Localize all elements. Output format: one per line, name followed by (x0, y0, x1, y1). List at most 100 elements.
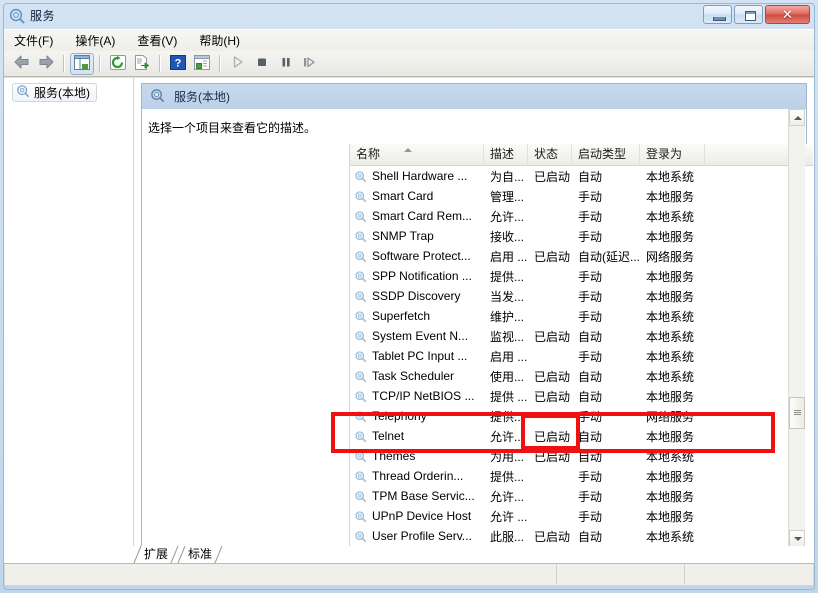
table-row[interactable]: Tablet PC Input ... 启用 ... 手动 本地系统 (350, 346, 813, 366)
scrollbar-thumb[interactable] (789, 397, 805, 429)
cell-description: 提供... (490, 469, 525, 484)
table-row[interactable]: Shell Hardware ... 为自... 已启动 自动 本地系统 (350, 166, 813, 186)
table-row[interactable]: Smart Card Rem... 允许... 手动 本地系统 (350, 206, 813, 226)
show-hide-tree-button[interactable] (70, 52, 94, 75)
pause-service-button[interactable] (274, 53, 298, 75)
column-name[interactable]: 名称 (350, 144, 484, 166)
help-button[interactable]: ? (166, 53, 190, 75)
sort-ascending-icon (404, 148, 412, 152)
cell-startup-type: 手动 (578, 409, 603, 424)
service-gear-icon (354, 230, 367, 243)
minimize-button[interactable] (703, 5, 732, 24)
menu-action[interactable]: 操作(A) (75, 30, 125, 51)
start-service-button[interactable] (226, 53, 250, 75)
column-status[interactable]: 状态 (528, 144, 572, 166)
cell-startup-type: 自动 (578, 369, 603, 384)
cell-description: 为自... (490, 169, 525, 184)
service-name-label: Task Scheduler (372, 369, 455, 383)
column-log-on-as[interactable]: 登录为 (640, 144, 705, 166)
cell-log-on-as: 本地服务 (646, 509, 695, 524)
menu-help[interactable]: 帮助(H) (199, 30, 250, 51)
tab-right-edge (214, 545, 223, 564)
table-row[interactable]: Themes 为用... 已启动 自动 本地系统 (350, 446, 813, 466)
table-row[interactable]: UPnP Device Host 允许 ... 手动 本地服务 (350, 506, 813, 526)
restart-service-button[interactable] (298, 53, 322, 75)
cell-log-on-as: 本地服务 (646, 189, 695, 204)
menu-view[interactable]: 查看(V) (137, 30, 187, 51)
services-icon (16, 84, 30, 101)
status-pane-2 (557, 564, 685, 584)
cell-service-name: Telephony (350, 409, 484, 423)
column-description[interactable]: 描述 (484, 144, 528, 166)
service-gear-icon (354, 470, 367, 483)
cell-startup-type: 手动 (578, 469, 603, 484)
table-row[interactable]: Smart Card 管理... 手动 本地服务 (350, 186, 813, 206)
export-list-button[interactable] (130, 53, 154, 75)
cell-log-on-as: 本地服务 (646, 229, 695, 244)
table-row[interactable]: TPM Base Servic... 允许... 手动 本地服务 (350, 486, 813, 506)
cell-log-on-as: 本地服务 (646, 429, 695, 444)
grip-icon (794, 410, 801, 416)
cell-startup-type: 手动 (578, 229, 603, 244)
toolbar-separator-2 (99, 55, 101, 72)
stop-service-button[interactable] (250, 53, 274, 75)
cell-status: 已启动 (534, 449, 571, 464)
table-row[interactable]: Task Scheduler 使用... 已启动 自动 本地系统 (350, 366, 813, 386)
cell-status: 已启动 (534, 169, 571, 184)
cell-log-on-as: 本地系统 (646, 209, 695, 224)
content-area: 服务(本地) 服务(本地) 选择一个项目来查看它的描述。 名称 描述 状态 启动… (4, 78, 814, 554)
table-row[interactable]: Software Protect... 启用 ... 已启动 自动(延迟... 网络服务 (350, 246, 813, 266)
cell-description: 允许 ... (490, 509, 528, 524)
table-row[interactable]: Thread Orderin... 提供... 手动 本地服务 (350, 466, 813, 486)
cell-startup-type: 自动 (578, 329, 603, 344)
table-row[interactable]: SSDP Discovery 当发... 手动 本地服务 (350, 286, 813, 306)
tab-extended[interactable]: 扩展 (133, 545, 179, 564)
maximize-button[interactable] (734, 5, 763, 24)
table-row[interactable]: SNMP Trap 接收... 手动 本地服务 (350, 226, 813, 246)
table-row[interactable]: Superfetch 维护... 手动 本地系统 (350, 306, 813, 326)
column-startup-type[interactable]: 启动类型 (572, 144, 640, 166)
service-name-label: Smart Card (372, 189, 434, 203)
tree-node-services-local[interactable]: 服务(本地) (12, 83, 97, 102)
cell-startup-type: 手动 (578, 509, 603, 524)
details-header: 服务(本地) (141, 83, 807, 109)
table-row[interactable]: TCP/IP NetBIOS ... 提供 ... 已启动 自动 本地服务 (350, 386, 813, 406)
service-name-label: SPP Notification ... (372, 269, 472, 283)
cell-status: 已启动 (534, 329, 571, 344)
cell-service-name: Smart Card (350, 189, 484, 203)
tree-node-label: 服务(本地) (34, 86, 90, 100)
cell-description: 提供... (490, 409, 525, 424)
properties-button[interactable] (190, 53, 214, 75)
service-gear-icon (354, 170, 367, 183)
refresh-button[interactable] (106, 53, 130, 75)
table-row[interactable]: Telephony 提供... 手动 网络服务 (350, 406, 813, 426)
tab-standard[interactable]: 标准 (177, 545, 223, 564)
cell-service-name: TCP/IP NetBIOS ... (350, 389, 484, 403)
cell-description: 维护... (490, 309, 525, 324)
forward-button[interactable] (34, 53, 58, 75)
service-gear-icon (354, 390, 367, 403)
scroll-down-button[interactable] (789, 530, 805, 547)
table-row[interactable]: SPP Notification ... 提供... 手动 本地服务 (350, 266, 813, 286)
service-name-label: Tablet PC Input ... (372, 349, 468, 363)
table-row[interactable]: System Event N... 监视... 已启动 自动 本地系统 (350, 326, 813, 346)
close-button[interactable]: ✕ (765, 5, 810, 24)
window-title: 服务 (30, 9, 56, 23)
maximize-icon (745, 11, 756, 21)
scroll-up-button[interactable] (789, 109, 805, 126)
cell-log-on-as: 网络服务 (646, 409, 695, 424)
table-row[interactable]: User Profile Serv... 此服... 已启动 自动 本地系统 (350, 526, 813, 546)
cell-startup-type: 手动 (578, 269, 603, 284)
tab-left-edge (177, 545, 186, 564)
cell-startup-type: 手动 (578, 209, 603, 224)
cell-log-on-as: 本地服务 (646, 389, 695, 404)
back-button[interactable] (10, 53, 34, 75)
services-icon (9, 8, 25, 24)
cell-startup-type: 手动 (578, 189, 603, 204)
service-description-placeholder: 选择一个项目来查看它的描述。 (148, 121, 317, 135)
table-row[interactable]: Telnet 允许... 已启动 自动 本地服务 (350, 426, 813, 446)
service-gear-icon (354, 350, 367, 363)
stop-icon (255, 55, 269, 72)
list-vertical-scrollbar[interactable] (788, 109, 805, 547)
menu-file[interactable]: 文件(F) (14, 30, 63, 51)
